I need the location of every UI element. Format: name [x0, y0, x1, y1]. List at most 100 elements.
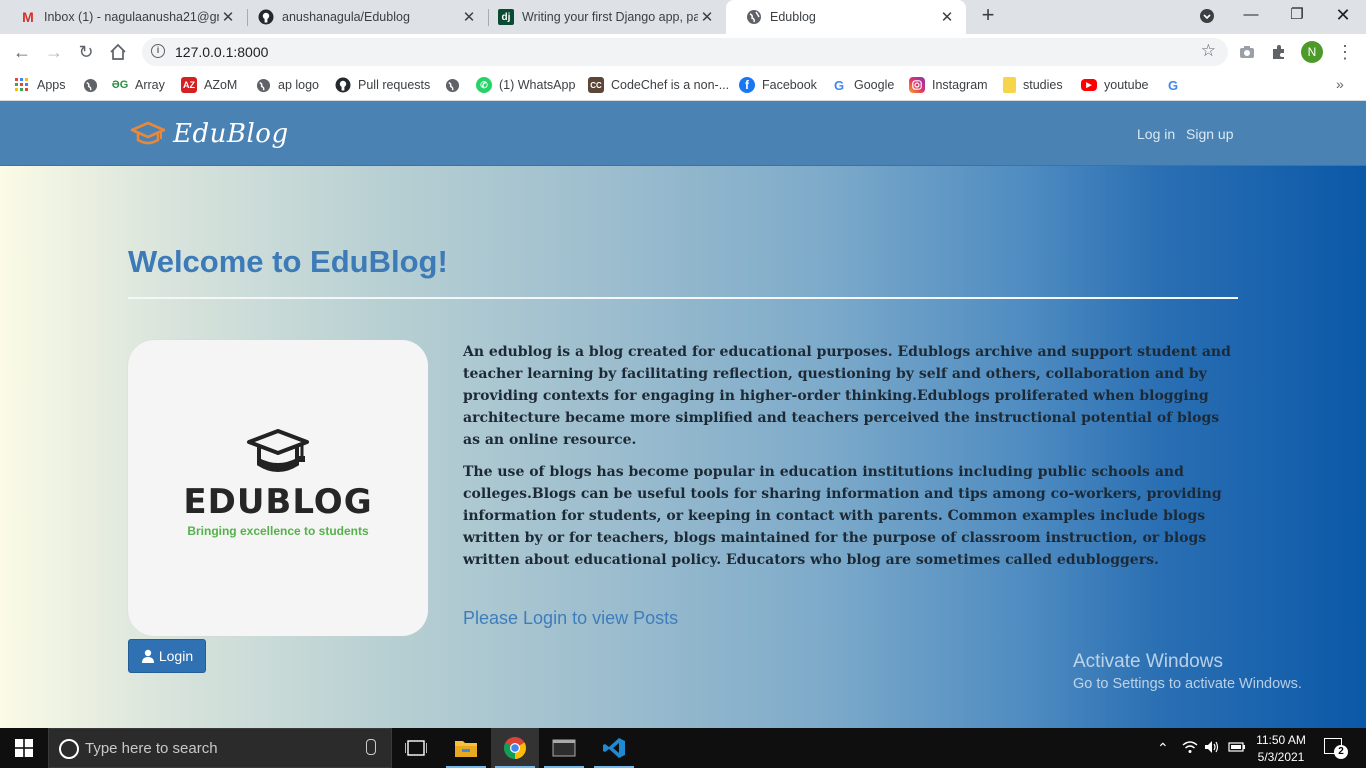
chrome-icon	[504, 737, 526, 759]
close-tab-icon[interactable]: ✕	[938, 8, 956, 26]
start-button[interactable]	[0, 728, 48, 768]
browser-menu-icon[interactable]: ⋮	[1334, 41, 1356, 63]
tab-django[interactable]: dj Writing your first Django app, pa ✕	[478, 0, 726, 34]
login-link[interactable]: Log in	[1137, 126, 1175, 142]
vscode-app[interactable]	[590, 728, 638, 768]
tab-title: Inbox (1) - nagulaanusha21@gm	[44, 10, 219, 24]
bookmark-ap-logo[interactable]: ap logo	[255, 76, 319, 94]
bookmark-globe[interactable]	[82, 76, 105, 94]
bookmark-array[interactable]: ƏG Array	[112, 76, 165, 94]
bookmark-label: CodeChef is a non-...	[611, 78, 730, 92]
whatsapp-icon: ✆	[476, 77, 492, 93]
watermark-subtitle: Go to Settings to activate Windows.	[1073, 676, 1302, 692]
more-bookmarks-icon[interactable]: »	[1336, 76, 1344, 92]
volume-icon[interactable]	[1204, 740, 1220, 757]
camera-icon[interactable]	[1236, 41, 1258, 63]
user-icon	[141, 649, 154, 663]
azom-icon: AZ	[181, 77, 197, 93]
tab-github[interactable]: anushanagula/Edublog ✕	[238, 0, 488, 34]
system-clock[interactable]: 11:50 AM 5/3/2021	[1250, 732, 1312, 766]
login-prompt-link[interactable]: Please Login to view Posts	[463, 608, 678, 629]
logo-wordmark: EDUBLOG	[183, 482, 373, 522]
task-view-button[interactable]	[392, 728, 440, 768]
chrome-app[interactable]	[491, 728, 539, 768]
tab-title: Edublog	[770, 10, 816, 24]
github-icon	[335, 77, 351, 93]
notification-center-icon[interactable]: 2	[1324, 738, 1348, 759]
github-icon	[258, 9, 274, 25]
bookmark-label: Facebook	[762, 78, 817, 92]
close-tab-icon[interactable]: ✕	[698, 8, 716, 26]
chevron-up-icon[interactable]: ⌃	[1157, 740, 1169, 757]
django-icon: dj	[498, 9, 514, 25]
bookmark-google-2[interactable]: G	[1165, 76, 1188, 94]
login-button[interactable]: Login	[128, 639, 206, 673]
bookmark-label: Apps	[37, 78, 66, 92]
battery-icon[interactable]	[1228, 740, 1246, 756]
bookmark-studies[interactable]: studies	[1003, 76, 1063, 94]
globe-icon	[255, 77, 271, 93]
close-tab-icon[interactable]: ✕	[460, 8, 478, 26]
bookmark-instagram[interactable]: Instagram	[909, 76, 988, 94]
search-placeholder: Type here to search	[85, 740, 218, 757]
restore-icon[interactable]: ❐	[1274, 0, 1320, 32]
wifi-icon[interactable]	[1182, 740, 1198, 757]
youtube-icon: ▶	[1081, 79, 1097, 91]
bookmark-azom[interactable]: AZ AZoM	[181, 76, 237, 94]
brand-link[interactable]: EduBlog	[130, 119, 289, 149]
close-window-icon[interactable]: ✕	[1320, 0, 1366, 32]
watermark-title: Activate Windows	[1073, 651, 1223, 672]
file-explorer-app[interactable]	[442, 728, 490, 768]
bookmark-globe-2[interactable]	[444, 76, 467, 94]
forward-arrow-icon[interactable]: →	[42, 40, 66, 64]
brand-name: EduBlog	[173, 119, 289, 149]
microphone-icon[interactable]	[366, 739, 376, 755]
bookmark-whatsapp[interactable]: ✆ (1) WhatsApp	[476, 76, 575, 94]
activate-windows-watermark: Activate Windows Go to Settings to activ…	[1073, 651, 1302, 692]
tab-gmail[interactable]: M Inbox (1) - nagulaanusha21@gm ✕	[0, 0, 247, 34]
taskbar-search[interactable]: Type here to search	[48, 728, 392, 768]
minimize-icon[interactable]: —	[1228, 0, 1274, 32]
address-bar[interactable]: i 127.0.0.1:8000 ☆	[142, 38, 1228, 66]
bookmark-facebook[interactable]: f Facebook	[739, 76, 817, 94]
bookmark-youtube[interactable]: ▶ youtube	[1081, 76, 1148, 94]
extensions-puzzle-icon[interactable]	[1268, 41, 1290, 63]
close-tab-icon[interactable]: ✕	[219, 8, 237, 26]
new-tab-button[interactable]: +	[976, 4, 1000, 28]
signup-link[interactable]: Sign up	[1186, 126, 1233, 142]
tab-search-button[interactable]	[1184, 0, 1230, 32]
bookmark-google[interactable]: G Google	[831, 76, 894, 94]
windows-taskbar: Type here to search ⌃ 11:50 AM 5/3/2021 …	[0, 728, 1366, 768]
globe-icon	[746, 9, 762, 25]
clock-date: 5/3/2021	[1257, 750, 1305, 764]
home-icon[interactable]	[106, 40, 130, 64]
google-icon: G	[1167, 77, 1179, 93]
windows-logo-icon	[15, 739, 33, 757]
tab-edublog[interactable]: Edublog ✕	[726, 0, 966, 34]
back-arrow-icon[interactable]: ←	[10, 40, 34, 64]
bookmark-label: Array	[135, 78, 165, 92]
site-navbar: EduBlog Log in Sign up	[0, 101, 1366, 166]
codechef-icon: CC	[588, 77, 604, 93]
bookmark-label: AZoM	[204, 78, 238, 92]
vscode-icon	[603, 738, 625, 758]
bookmark-star-icon[interactable]: ☆	[1201, 41, 1216, 61]
bookmark-pull-requests[interactable]: Pull requests	[335, 76, 430, 94]
url-text[interactable]: 127.0.0.1:8000	[175, 44, 268, 60]
bookmark-codechef[interactable]: CC CodeChef is a non-...	[588, 76, 729, 94]
reload-icon[interactable]: ↻	[74, 40, 98, 64]
site-info-icon[interactable]: i	[151, 44, 165, 58]
profile-avatar[interactable]: N	[1301, 41, 1323, 63]
bookmark-label: Pull requests	[358, 78, 431, 92]
bookmark-apps[interactable]: Apps	[14, 76, 66, 94]
intro-paragraph: An edublog is a blog created for educati…	[463, 344, 1231, 448]
bookmark-label: youtube	[1104, 78, 1149, 92]
google-icon: G	[833, 77, 845, 93]
mortarboard-icon	[247, 429, 309, 472]
edublog-logo-card: EDUBLOG Bringing excellence to students	[128, 340, 428, 636]
instagram-icon	[909, 77, 925, 93]
bookmark-label: ap logo	[278, 78, 320, 92]
terminal-icon	[552, 739, 576, 757]
folder-icon	[455, 741, 477, 757]
terminal-app[interactable]	[540, 728, 588, 768]
